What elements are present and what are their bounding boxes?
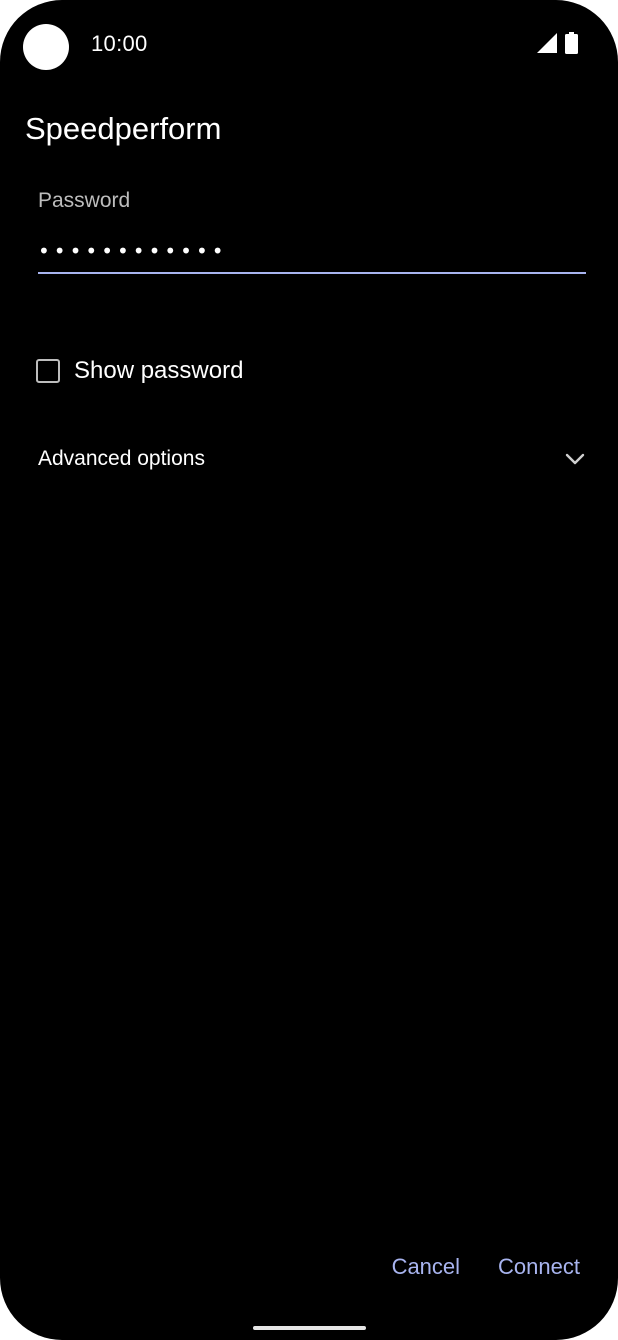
status-time: 10:00 (91, 31, 148, 56)
phone-screen: 10:00 Speedperform Password Show passwor… (0, 0, 618, 1340)
password-input[interactable] (38, 230, 586, 274)
battery-icon (565, 32, 578, 54)
status-icons (537, 31, 578, 55)
chevron-down-icon (564, 452, 586, 466)
dialog-actions: Cancel Connect (392, 1252, 580, 1282)
camera-cutout (23, 24, 69, 70)
cancel-button[interactable]: Cancel (392, 1252, 460, 1282)
dialog-title: Speedperform (25, 111, 222, 146)
show-password-checkbox[interactable] (36, 359, 60, 383)
show-password-label: Show password (74, 357, 244, 384)
signal-icon (537, 33, 557, 53)
navigation-handle[interactable] (253, 1326, 366, 1330)
password-label: Password (38, 189, 131, 212)
advanced-options-toggle[interactable]: Advanced options (38, 444, 586, 474)
show-password-checkbox-row[interactable]: Show password (36, 356, 243, 386)
advanced-options-label: Advanced options (38, 447, 205, 470)
connect-button[interactable]: Connect (498, 1252, 580, 1282)
